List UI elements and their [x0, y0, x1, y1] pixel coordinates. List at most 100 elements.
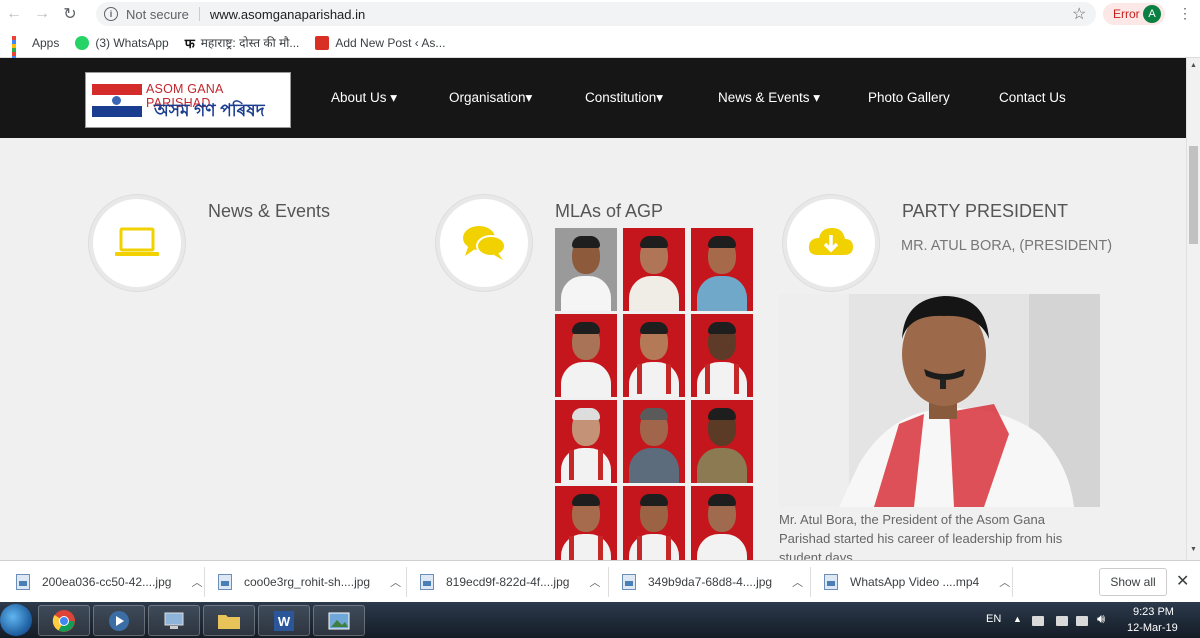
browser-toolbar: ← → ↻ i Not secure www.asomganaparishad.… — [0, 0, 1200, 28]
mla-photo[interactable] — [555, 400, 617, 483]
mla-photo[interactable] — [623, 400, 685, 483]
explorer-taskbar-button[interactable] — [203, 605, 255, 636]
nav-constitution[interactable]: Constitution▾ — [585, 90, 718, 106]
whatsapp-icon — [75, 35, 90, 50]
chrome-icon — [52, 609, 75, 632]
bookmark-star-icon[interactable]: ☆ — [1072, 4, 1086, 24]
chevron-up-icon[interactable]: ︿ — [390, 574, 401, 590]
bookmark-label: महाराष्ट्र: दोस्त की मौ... — [200, 36, 300, 50]
president-description: Mr. Atul Bora, the President of the Asom… — [779, 512, 1063, 560]
mla-photo[interactable] — [555, 486, 617, 560]
download-item[interactable]: 349b9da7-68d8-4....jpg ︿ — [622, 561, 803, 603]
nav-contact-us[interactable]: Contact Us — [999, 90, 1066, 106]
bookmark-news-article[interactable]: फ महाराष्ट्र: दोस्त की मौ... — [185, 34, 300, 52]
download-item[interactable]: WhatsApp Video ....mp4 ︿ — [824, 561, 1010, 603]
download-item[interactable]: coo0e3rg_rohit-sh....jpg ︿ — [218, 561, 401, 603]
divider — [608, 567, 609, 597]
bookmark-label: (3) WhatsApp — [95, 35, 169, 50]
download-filename: 819ecd9f-822d-4f....jpg — [446, 575, 570, 589]
reload-icon[interactable]: ↻ — [56, 0, 84, 28]
chevron-up-icon[interactable]: ︿ — [191, 574, 202, 590]
back-icon[interactable]: ← — [0, 0, 28, 28]
mla-photo[interactable] — [555, 314, 617, 397]
language-indicator[interactable]: EN — [986, 613, 1001, 625]
tray-expand-icon[interactable]: ▲ — [1013, 614, 1022, 624]
info-icon[interactable]: i — [104, 7, 118, 21]
word-taskbar-button[interactable]: W — [258, 605, 310, 636]
security-label[interactable]: Not secure — [126, 7, 189, 22]
scroll-up-icon[interactable]: ▲ — [1190, 62, 1197, 69]
download-filename: WhatsApp Video ....mp4 — [850, 575, 980, 589]
url-text[interactable]: www.asomganaparishad.in — [210, 7, 365, 22]
scroll-down-icon[interactable]: ▼ — [1190, 546, 1197, 553]
bookmark-add-post[interactable]: Add New Post ‹ As... — [315, 35, 446, 50]
chrome-taskbar-button[interactable] — [38, 605, 90, 636]
cloud-download-icon — [808, 228, 853, 255]
profile-error-button[interactable]: Error A — [1103, 3, 1165, 25]
mla-photo[interactable] — [623, 228, 685, 311]
download-filename: 200ea036-cc50-42....jpg — [42, 575, 172, 589]
chevron-up-icon[interactable]: ︿ — [999, 574, 1010, 590]
close-icon[interactable]: ✕ — [1176, 571, 1189, 591]
image-file-icon — [16, 574, 30, 590]
forward-icon[interactable]: → — [28, 0, 56, 28]
page-scrollbar[interactable]: ▲ ▼ — [1186, 58, 1200, 560]
nav-organisation[interactable]: Organisation▾ — [449, 90, 585, 106]
address-bar[interactable]: i Not secure www.asomganaparishad.in — [96, 2, 1096, 26]
mla-photo[interactable] — [691, 228, 753, 311]
divider — [406, 567, 407, 597]
clock-date[interactable]: 12-Mar-19 — [1127, 622, 1178, 634]
fb-logo-icon: फ — [184, 35, 195, 51]
url-divider — [198, 7, 200, 21]
image-file-icon — [420, 574, 434, 590]
president-photo — [779, 294, 1100, 507]
logo-text-assamese: অসম গণ পৰিষদ — [154, 101, 265, 120]
bookmark-label: Apps — [32, 35, 60, 50]
bookmark-whatsapp[interactable]: (3) WhatsApp — [75, 35, 169, 50]
bookmark-label: Add New Post ‹ As... — [335, 35, 446, 50]
photo-viewer-taskbar-button[interactable] — [313, 605, 365, 636]
menu-dots-icon[interactable]: ⋮ — [1178, 5, 1192, 22]
apps-grid-icon — [12, 35, 26, 72]
photo-viewer-icon — [328, 612, 350, 629]
clock-time[interactable]: 9:23 PM — [1133, 606, 1174, 618]
video-file-icon — [824, 574, 838, 590]
scroll-thumb[interactable] — [1189, 146, 1198, 244]
bookmark-apps[interactable]: Apps — [12, 35, 60, 72]
nav-about-us[interactable]: About Us ▾ — [331, 90, 449, 106]
chat-bubbles-icon — [463, 226, 506, 260]
taskbar: W EN ▲ 🔊︎ 9:23 PM 12-Mar-19 — [0, 602, 1200, 638]
image-file-icon — [622, 574, 636, 590]
volume-icon[interactable]: 🔊︎ — [1097, 611, 1105, 627]
keyboard-icon[interactable] — [1032, 616, 1044, 626]
news-icon-circle — [89, 195, 185, 291]
chevron-up-icon[interactable]: ︿ — [792, 574, 803, 590]
download-item[interactable]: 200ea036-cc50-42....jpg ︿ — [16, 561, 202, 603]
display-icon[interactable] — [1076, 616, 1088, 626]
mla-photo-grid — [555, 228, 753, 560]
media-player-icon — [109, 610, 129, 631]
mla-photo[interactable] — [555, 228, 617, 311]
mla-photo[interactable] — [691, 314, 753, 397]
download-filename: coo0e3rg_rohit-sh....jpg — [244, 575, 371, 589]
chevron-up-icon[interactable]: ︿ — [589, 574, 600, 590]
download-item[interactable]: 819ecd9f-822d-4f....jpg ︿ — [420, 561, 600, 603]
mla-photo[interactable] — [691, 486, 753, 560]
mla-icon-circle — [436, 195, 532, 291]
mla-photo[interactable] — [691, 400, 753, 483]
site-logo[interactable]: ASOM GANA PARISHAD অসম গণ পৰিষদ — [85, 72, 291, 128]
mla-photo[interactable] — [623, 314, 685, 397]
show-all-button[interactable]: Show all — [1099, 568, 1167, 596]
party-flag — [92, 84, 142, 117]
computer-taskbar-button[interactable] — [148, 605, 200, 636]
mla-photo[interactable] — [623, 486, 685, 560]
computer-icon — [164, 612, 184, 629]
nav-photo-gallery[interactable]: Photo Gallery — [868, 90, 999, 106]
bookmarks-bar: Apps (3) WhatsApp फ महाराष्ट्र: दोस्त की… — [0, 28, 1200, 72]
news-events-title: News & Events — [208, 201, 331, 221]
network-icon[interactable] — [1056, 616, 1068, 626]
media-taskbar-button[interactable] — [93, 605, 145, 636]
avatar: A — [1143, 5, 1161, 23]
start-button[interactable] — [0, 604, 32, 636]
nav-news-events[interactable]: News & Events ▾ — [718, 90, 868, 106]
